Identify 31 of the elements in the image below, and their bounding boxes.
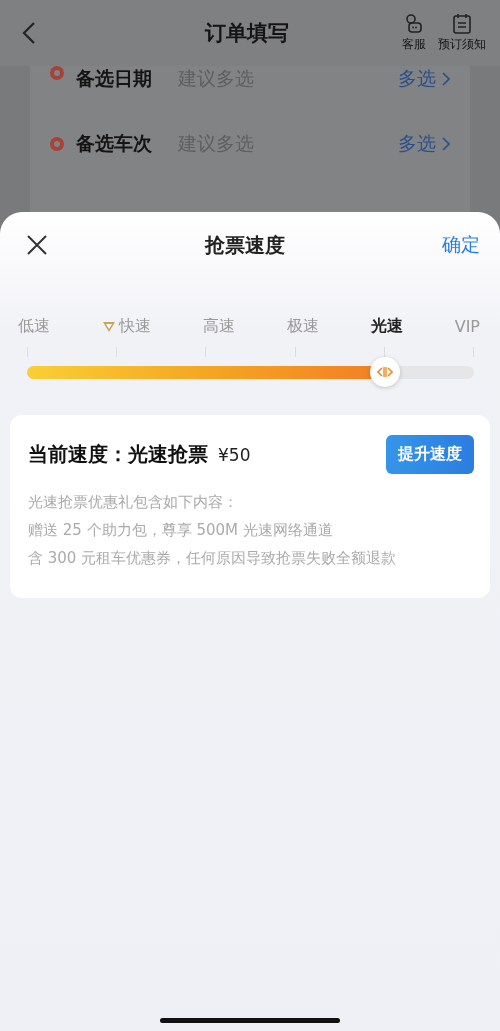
multi-select-link[interactable]: 多选 [398,66,450,92]
close-icon [27,235,47,255]
person-chat-icon [403,13,425,34]
sheet-title: 抢票速度 [203,231,286,259]
price-label: ¥50 [218,445,251,465]
multi-select-link[interactable]: 多选 [398,130,450,157]
current-speed-title: 当前速度：光速抢票 [28,441,208,468]
close-button[interactable] [27,235,47,255]
speed-option[interactable]: 快速 [101,316,151,337]
upgrade-button[interactable]: 提升速度 [386,435,474,474]
speed-option[interactable]: 高速 [202,316,235,337]
speed-option[interactable]: 低速 [18,316,50,337]
slider-track[interactable] [27,365,474,379]
speed-option[interactable]: VIP [454,316,480,337]
chevron-icon [442,72,450,86]
slider-handle[interactable] [369,357,400,387]
row-label: 备选日期 [76,66,153,91]
chevron-icon [442,136,450,151]
page-title: 订单填写 [203,20,290,47]
bullet-text: 含 300 元租车优惠券，任何原因导致抢票失败全额退款 [28,548,398,569]
speed-option[interactable]: 光速 [370,316,403,337]
back-icon [22,21,36,45]
speed-option[interactable]: 极速 [286,316,319,337]
row-label: 备选车次 [76,130,153,156]
notepad-icon [451,13,473,34]
header-action[interactable]: 预订须知 [438,13,486,53]
bullet-text: 光速抢票优惠礼包含如下内容： [28,492,239,513]
header-action[interactable]: 客服 [402,13,426,53]
drag-arrows-icon [376,366,393,378]
confirm-button[interactable]: 确定 [442,232,480,258]
bullet-text: 赠送 25 个助力包，尊享 500M 光速网络通道 [28,520,334,541]
